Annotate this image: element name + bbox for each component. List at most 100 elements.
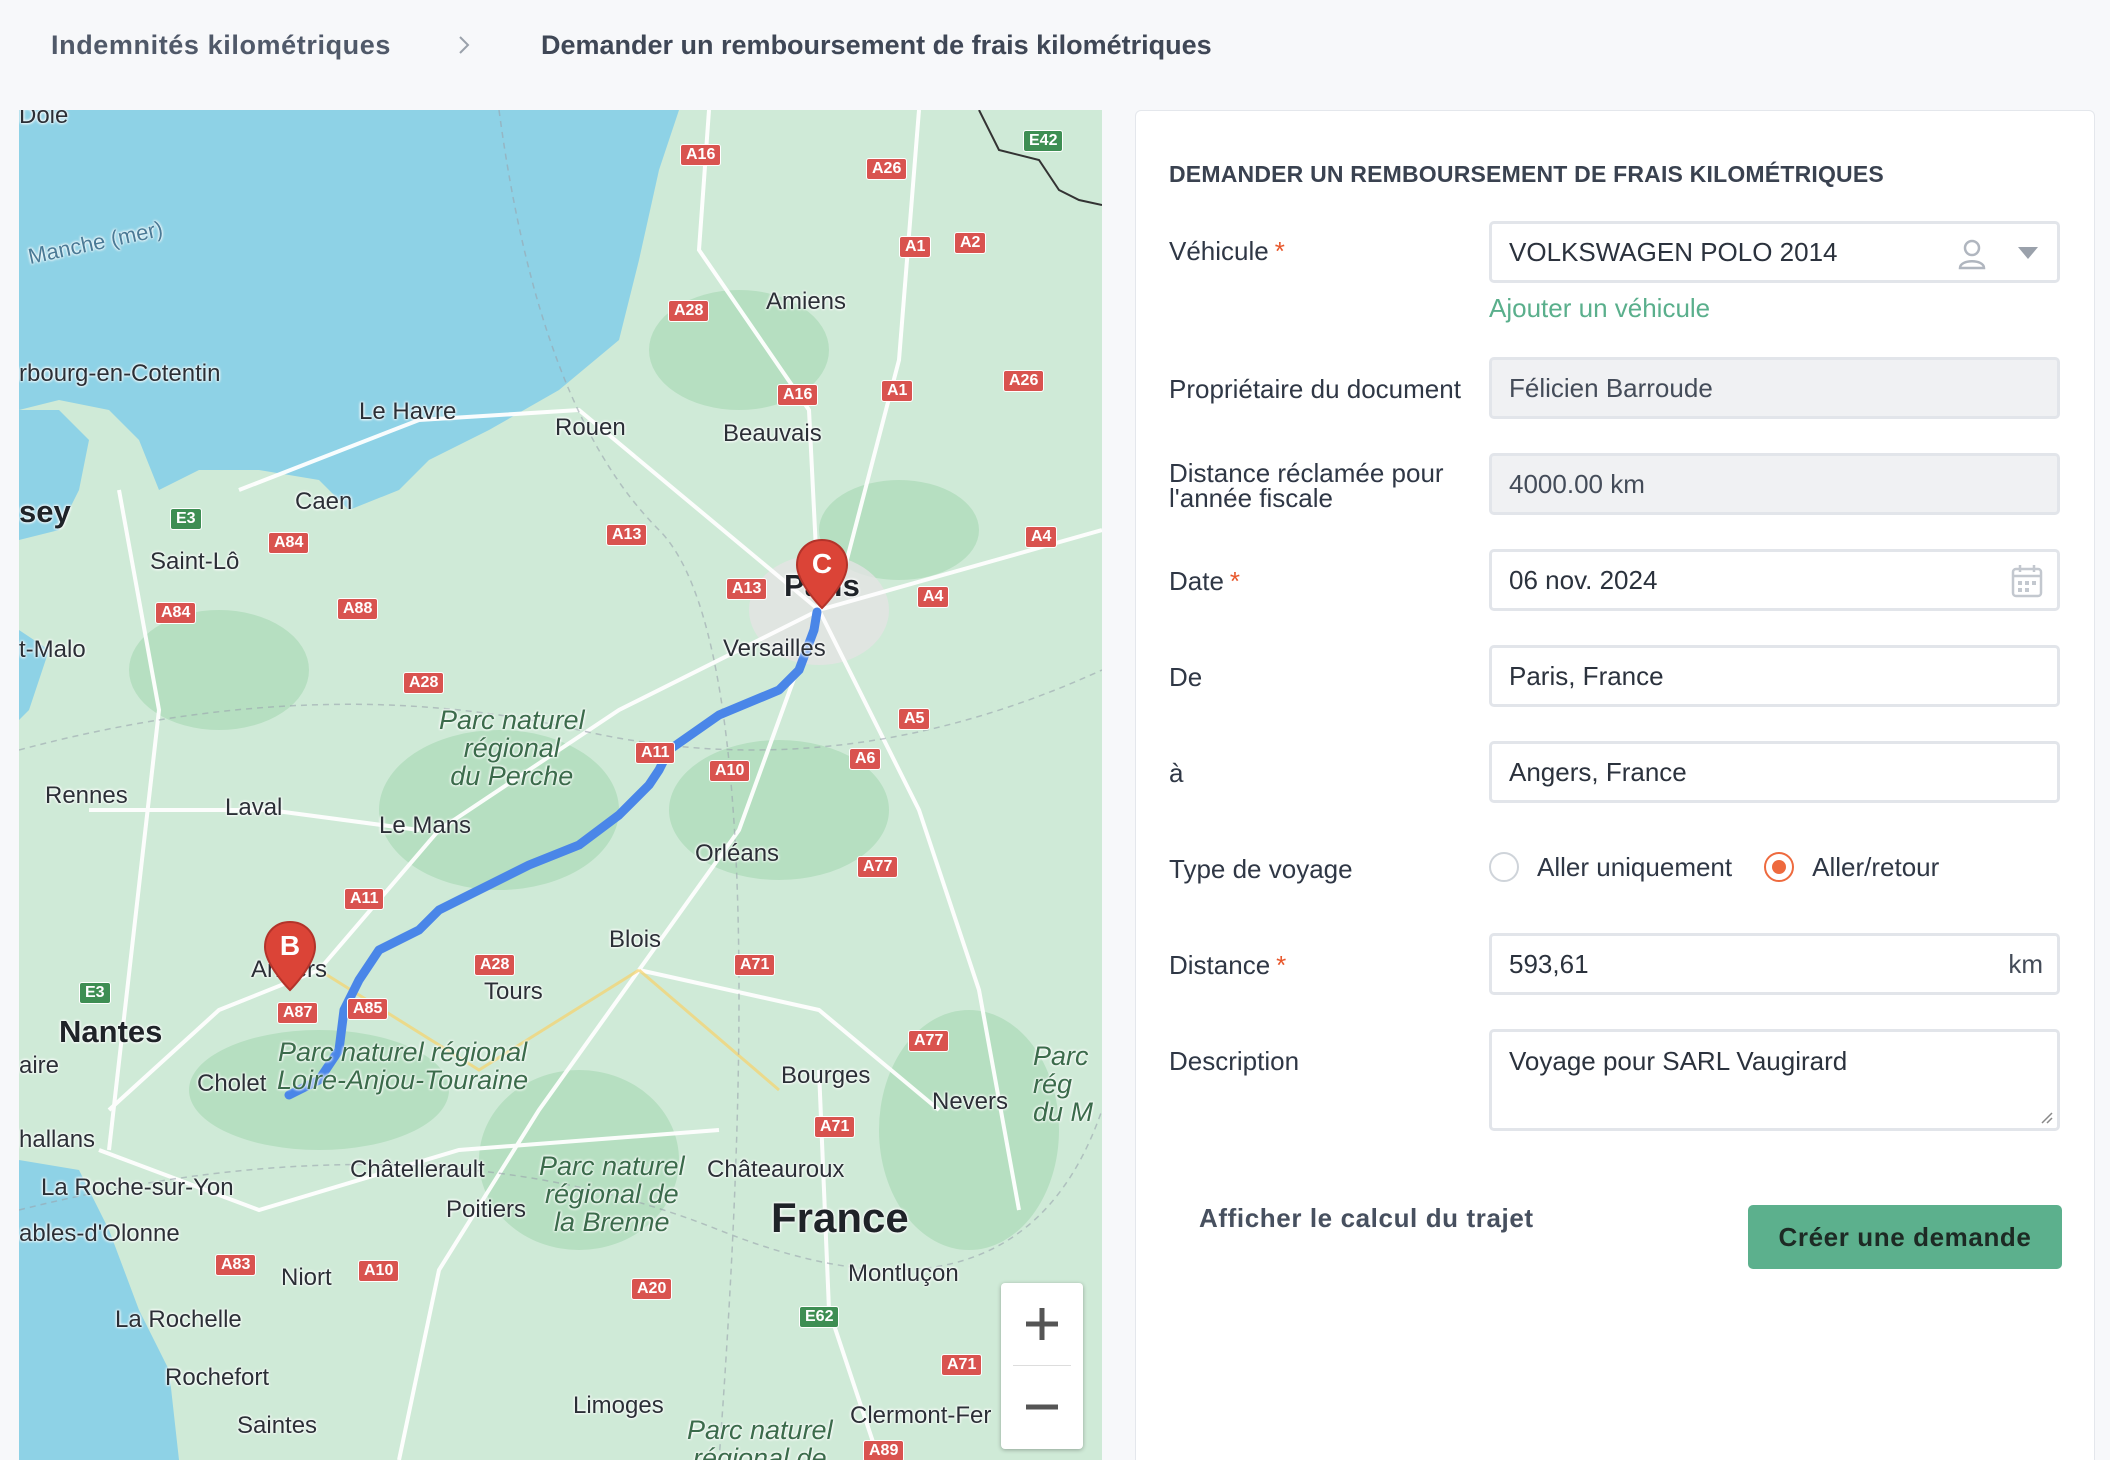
route-map[interactable]: Dole Manche (mer) rbourg-en-Cotentin Le …: [19, 110, 1102, 1460]
breadcrumb: Indemnités kilométriques Demander un rem…: [51, 22, 1212, 68]
resize-handle-icon[interactable]: [2037, 1108, 2053, 1124]
road-shield: A71: [734, 954, 776, 976]
from-label: De: [1169, 662, 1203, 692]
map-label-saintes: Saintes: [237, 1412, 318, 1439]
vehicle-label-text: Véhicule: [1169, 236, 1269, 266]
radio-one-way[interactable]: [1489, 852, 1519, 882]
map-label-clermont: Clermont-Fer: [850, 1402, 992, 1429]
owner-value: Félicien Barroude: [1509, 372, 1713, 403]
map-label-park-limousin: Parc naturel régional de: [687, 1415, 833, 1460]
map-label-saintlo: Saint-Lô: [150, 548, 240, 575]
map-label-pole: Dole: [19, 110, 69, 129]
map-label-tours: Tours: [484, 978, 543, 1005]
trip-type-label: Type de voyage: [1169, 854, 1353, 884]
date-value: 06 nov. 2024: [1509, 564, 1658, 595]
distance-input[interactable]: 593,61 km: [1489, 933, 2060, 995]
owner-label: Propriétaire du document: [1169, 374, 1461, 404]
map-label-chatellerault: Châtellerault: [350, 1156, 485, 1183]
road-shield: A88: [337, 598, 379, 620]
claimed-distance-value: 4000.00 km: [1509, 468, 1645, 499]
map-label-cholet: Cholet: [197, 1070, 267, 1097]
date-input[interactable]: 06 nov. 2024: [1489, 549, 2060, 611]
create-request-button[interactable]: Créer une demande: [1748, 1205, 2062, 1269]
zoom-in-button[interactable]: [1001, 1283, 1083, 1365]
from-input[interactable]: Paris, France: [1489, 645, 2060, 707]
distance-label: Distance *: [1169, 950, 1287, 980]
road-shield: A13: [606, 524, 648, 546]
radio-round-trip[interactable]: [1764, 852, 1795, 882]
map-label-rennes: Rennes: [45, 782, 128, 809]
road-shield: A10: [709, 760, 751, 782]
map-label-stmalo: t-Malo: [19, 636, 86, 663]
map-label-jersey: sey: [19, 494, 71, 529]
vehicle-label: Véhicule *: [1169, 236, 1285, 266]
road-shield: A28: [668, 300, 710, 322]
description-textarea[interactable]: Voyage pour SARL Vaugirard: [1489, 1029, 2060, 1131]
trip-type-radio-group: Aller uniquement Aller/retour: [1489, 849, 1971, 885]
road-shield: A71: [814, 1116, 856, 1138]
vehicle-select[interactable]: VOLKSWAGEN POLO 2014: [1489, 221, 2060, 283]
road-shield: E42: [1023, 130, 1064, 152]
road-shield: A26: [1003, 370, 1045, 392]
road-shield: A71: [941, 1354, 983, 1376]
claimed-distance-label: Distance réclamée pour l'année fiscale: [1169, 460, 1444, 511]
map-marker-start-label: C: [811, 548, 833, 579]
road-shield: A11: [344, 888, 385, 910]
map-label-caen: Caen: [295, 488, 353, 515]
map-zoom-controls: [1001, 1283, 1083, 1449]
user-icon: [1958, 239, 1986, 270]
road-shield: A16: [680, 144, 722, 166]
map-marker-end[interactable]: B: [263, 920, 317, 992]
road-shield: A20: [631, 1278, 673, 1300]
description-value: Voyage pour SARL Vaugirard: [1509, 1046, 1848, 1076]
date-label-text: Date: [1169, 566, 1224, 596]
map-label-blois: Blois: [609, 926, 662, 953]
caret-down-icon: [2018, 247, 2038, 259]
map-label-aire: aire: [19, 1052, 60, 1079]
show-route-calculation-button[interactable]: Afficher le calcul du trajet: [1199, 1203, 1534, 1234]
description-label: Description: [1169, 1046, 1300, 1076]
road-shield: A84: [268, 532, 310, 554]
distance-unit: km: [2008, 948, 2043, 979]
from-value: Paris, France: [1509, 660, 1664, 691]
road-shield: A85: [347, 998, 389, 1020]
breadcrumb-current: Demander un remboursement de frais kilom…: [541, 29, 1212, 60]
road-shield: A28: [403, 672, 445, 694]
road-shield: A84: [155, 602, 197, 624]
road-shield: A77: [908, 1030, 950, 1052]
breadcrumb-parent-link[interactable]: Indemnités kilométriques: [51, 30, 391, 61]
map-label-park-loire: Parc naturel régional Loire-Anjou-Tourai…: [277, 1037, 529, 1095]
to-input[interactable]: Angers, France: [1489, 741, 2060, 803]
zoom-out-button[interactable]: [1001, 1366, 1083, 1448]
map-label-orleans: Orléans: [695, 840, 780, 867]
road-shield: A11: [635, 742, 676, 764]
map-label-park-morvan: Parc rég du M: [1033, 1041, 1094, 1127]
map-label-cherbourg: rbourg-en-Cotentin: [19, 360, 221, 387]
road-shield: A83: [215, 1254, 257, 1276]
road-shield: A16: [777, 384, 819, 406]
map-label-laval: Laval: [225, 794, 283, 821]
map-label-park-perche: Parc naturel régional du Perche: [439, 705, 585, 791]
required-mark: *: [1229, 566, 1241, 596]
road-shield: E3: [79, 982, 111, 1004]
radio-one-way-label[interactable]: Aller uniquement: [1537, 852, 1732, 883]
vehicle-select-value: VOLKSWAGEN POLO 2014: [1509, 236, 1838, 267]
road-shield: A4: [1025, 526, 1058, 548]
road-shield: A77: [857, 856, 899, 878]
map-label-limoges: Limoges: [573, 1392, 664, 1419]
required-mark: *: [1276, 950, 1287, 980]
map-label-nevers: Nevers: [932, 1088, 1009, 1115]
map-label-lehavre: Le Havre: [359, 398, 457, 425]
road-shield: A13: [726, 578, 768, 600]
claimed-distance-field: 4000.00 km: [1489, 453, 2060, 515]
chevron-right-icon: [459, 36, 470, 54]
road-shield: E62: [799, 1306, 840, 1328]
map-marker-start[interactable]: C: [795, 538, 849, 610]
calendar-icon[interactable]: [2011, 564, 2043, 598]
map-label-poitiers: Poitiers: [446, 1196, 527, 1223]
add-vehicle-link[interactable]: Ajouter un véhicule: [1489, 293, 1710, 324]
map-label-larochesuryon: La Roche-sur-Yon: [41, 1174, 234, 1201]
radio-round-trip-label[interactable]: Aller/retour: [1812, 852, 1939, 883]
form-title: DEMANDER UN REMBOURSEMENT DE FRAIS KILOM…: [1169, 161, 1884, 187]
map-marker-end-label: B: [279, 930, 301, 961]
